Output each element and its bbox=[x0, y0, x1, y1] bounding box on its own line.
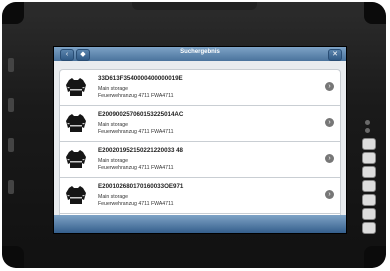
item-id: 33D613F3540000400000019E bbox=[98, 75, 183, 82]
hardware-key[interactable] bbox=[362, 222, 376, 234]
item-description: Feuerwehranzug 4711 FWA4711 bbox=[98, 201, 174, 207]
title-bar: ‹ ◆ Suchergebnis ✕ bbox=[54, 47, 346, 61]
hardware-key[interactable] bbox=[362, 152, 376, 164]
back-icon: ‹ bbox=[65, 51, 69, 58]
list-item[interactable]: E200900257060153225014AC Main storage Fe… bbox=[59, 105, 341, 141]
left-side-button[interactable] bbox=[8, 180, 14, 194]
home-button[interactable]: ◆ bbox=[76, 49, 90, 61]
hardware-key[interactable] bbox=[362, 194, 376, 206]
bumper-bottom-right bbox=[364, 246, 386, 268]
close-icon: ✕ bbox=[332, 51, 338, 58]
item-description: Feuerwehranzug 4711 FWA4711 bbox=[98, 129, 174, 135]
item-description: Feuerwehranzug 4711 FWA4711 bbox=[98, 93, 174, 99]
list-item[interactable]: E200201952150221220033 48 Main storage F… bbox=[59, 141, 341, 177]
hardware-button-panel bbox=[360, 120, 378, 240]
item-id: E200201952150221220033 48 bbox=[98, 147, 183, 154]
bumper-top-right bbox=[364, 2, 386, 24]
item-location: Main storage bbox=[98, 122, 128, 128]
chevron-right-icon[interactable]: › bbox=[325, 154, 334, 163]
hardware-key[interactable] bbox=[362, 180, 376, 192]
hardware-key[interactable] bbox=[362, 166, 376, 178]
rugged-tablet: ‹ ◆ Suchergebnis ✕ 33D613F35400004000000… bbox=[2, 2, 386, 268]
hardware-key[interactable] bbox=[362, 138, 376, 150]
back-button[interactable]: ‹ bbox=[60, 49, 74, 61]
chevron-right-icon[interactable]: › bbox=[325, 190, 334, 199]
item-id: E200900257060153225014AC bbox=[98, 111, 184, 118]
result-list: 33D613F3540000400000019E Main storage Fe… bbox=[59, 69, 341, 233]
top-handle bbox=[132, 2, 257, 10]
chevron-right-icon[interactable]: › bbox=[325, 118, 334, 127]
item-description: Feuerwehranzug 4711 FWA4711 bbox=[98, 165, 174, 171]
bumper-bottom-left bbox=[2, 246, 24, 268]
item-location: Main storage bbox=[98, 194, 128, 200]
jacket-icon bbox=[66, 114, 86, 132]
close-button[interactable]: ✕ bbox=[328, 49, 342, 61]
indicator-led bbox=[365, 128, 370, 133]
item-location: Main storage bbox=[98, 86, 128, 92]
left-side-button[interactable] bbox=[8, 98, 14, 112]
home-icon: ◆ bbox=[80, 51, 86, 58]
hardware-key[interactable] bbox=[362, 208, 376, 220]
item-location: Main storage bbox=[98, 158, 128, 164]
page-title: Suchergebnis bbox=[180, 49, 220, 55]
jacket-icon bbox=[66, 78, 86, 96]
left-side-button[interactable] bbox=[8, 58, 14, 72]
jacket-icon bbox=[66, 186, 86, 204]
list-item[interactable]: 33D613F3540000400000019E Main storage Fe… bbox=[59, 69, 341, 105]
bottom-bar bbox=[54, 215, 346, 233]
left-side-button[interactable] bbox=[8, 138, 14, 152]
app-screen: ‹ ◆ Suchergebnis ✕ 33D613F35400004000000… bbox=[53, 46, 347, 234]
bumper-top-left bbox=[2, 2, 24, 24]
indicator-led bbox=[365, 120, 370, 125]
item-id: E200102680170160033OE971 bbox=[98, 183, 184, 190]
jacket-icon bbox=[66, 150, 86, 168]
list-item[interactable]: E200102680170160033OE971 Main storage Fe… bbox=[59, 177, 341, 213]
chevron-right-icon[interactable]: › bbox=[325, 82, 334, 91]
